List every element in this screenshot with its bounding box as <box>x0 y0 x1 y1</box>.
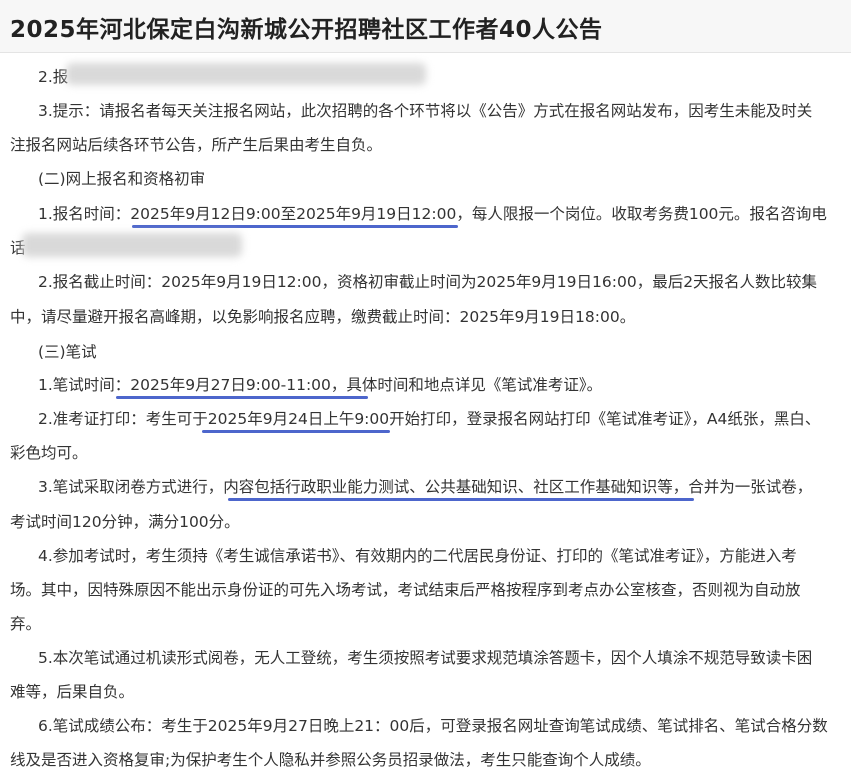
highlight-underline <box>202 430 390 433</box>
article-body: 2.报 3.提示：请报名者每天关注报名网站，此次招聘的各个环节将以《公告》方式在… <box>0 52 851 776</box>
paragraph-line: 彩色均可。 <box>10 444 88 462</box>
title-bar: 2025年河北保定白沟新城公开招聘社区工作者40人公告 <box>0 0 851 53</box>
paragraph-line: 注报名网站后续各环节公告，所产生后果由考生自负。 <box>10 136 383 154</box>
redacted-blur <box>66 63 426 85</box>
paragraph-line: 难等，后果自负。 <box>10 683 135 701</box>
paragraph-line: 1.报名时间：2025年9月12日9:00至2025年9月19日12:00，每人… <box>38 205 827 223</box>
paragraph-line: 5.本次笔试通过机读形式阅卷，无人工登统，考生须按照考试要求规范填涂答题卡，因个… <box>38 649 813 667</box>
highlight-underline <box>228 498 694 501</box>
redacted-blur <box>22 233 242 257</box>
paragraph-line: 中，请尽量避开报名高峰期，以免影响报名应聘，缴费截止时间：2025年9月19日1… <box>10 308 636 326</box>
paragraph-line: 弃。 <box>10 615 42 633</box>
paragraph-line: 线及是否进入资格复审;为保护考生个人隐私并参照公务员招录做法，考生只能查询个人成… <box>10 751 651 769</box>
highlight-underline <box>116 396 368 399</box>
paragraph-line: 考试时间120分钟，满分100分。 <box>10 513 240 531</box>
paragraph-line: 1.笔试时间：2025年9月27日9:00-11:00，具体时间和地点详见《笔试… <box>38 376 603 394</box>
section-heading: (三)笔试 <box>38 343 97 361</box>
highlight-underline <box>132 225 458 228</box>
paragraph-line: 2.报名截止时间：2025年9月19日12:00，资格初审截止时间为2025年9… <box>38 273 818 291</box>
paragraph-line: 2.报 <box>38 68 69 86</box>
paragraph-line: 2.准考证打印：考生可于2025年9月24日上午9:00开始打印，登录报名网站打… <box>38 410 821 428</box>
paragraph-line: 4.参加考试时，考生须持《考生诚信承诺书》、有效期内的二代居民身份证、打印的《笔… <box>38 547 797 565</box>
paragraph-line: 3.提示：请报名者每天关注报名网站，此次招聘的各个环节将以《公告》方式在报名网站… <box>38 102 813 120</box>
paragraph-line: 3.笔试采取闭卷方式进行，内容包括行政职业能力测试、公共基础知识、社区工作基础知… <box>38 478 813 496</box>
paragraph-line: 6.笔试成绩公布：考生于2025年9月27日晚上21：00后，可登录报名网址查询… <box>38 717 828 735</box>
section-heading: (二)网上报名和资格初审 <box>38 170 206 188</box>
paragraph-line: 场。其中，因特殊原因不能出示身份证的可先入场考试，考试结束后严格按程序到考点办公… <box>10 581 801 599</box>
page-title: 2025年河北保定白沟新城公开招聘社区工作者40人公告 <box>10 17 603 43</box>
